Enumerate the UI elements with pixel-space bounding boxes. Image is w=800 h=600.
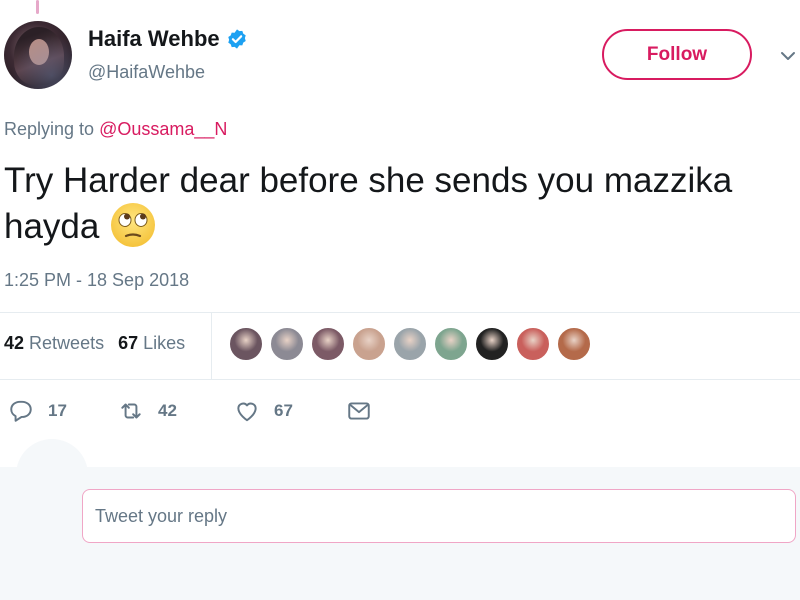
divider — [0, 379, 800, 380]
liker-avatar[interactable] — [351, 326, 387, 362]
engagement-stats: 42 Retweets 67 Likes — [4, 333, 185, 354]
author-avatar[interactable] — [4, 21, 72, 89]
envelope-icon — [348, 402, 370, 420]
reply-user-avatar — [16, 439, 88, 511]
reply-icon — [10, 400, 32, 422]
reply-mention-link[interactable]: @Oussama__N — [99, 119, 227, 139]
tweet-actions: 17 42 67 — [8, 398, 372, 424]
liker-avatar[interactable] — [474, 326, 510, 362]
author-handle[interactable]: @HaifaWehbe — [88, 62, 205, 83]
verified-badge-icon — [227, 29, 246, 49]
likes-label: Likes — [143, 333, 186, 353]
divider — [0, 312, 800, 313]
thread-connector-line — [36, 0, 39, 14]
likes-stat[interactable]: 67 Likes — [118, 333, 185, 354]
tweet-timestamp[interactable]: 1:25 PM - 18 Sep 2018 — [4, 270, 189, 291]
chevron-down-icon[interactable] — [778, 46, 798, 66]
retweets-stat[interactable]: 42 Retweets — [4, 333, 104, 354]
heart-icon — [237, 402, 257, 422]
liker-avatar[interactable] — [556, 326, 592, 362]
liker-avatar[interactable] — [228, 326, 264, 362]
liker-avatar[interactable] — [392, 326, 428, 362]
replying-to-line: Replying to @Oussama__N — [4, 119, 227, 140]
liker-avatars — [228, 326, 592, 362]
like-action[interactable]: 67 — [234, 398, 346, 424]
liker-avatar[interactable] — [310, 326, 346, 362]
author-name-row: Haifa Wehbe — [88, 26, 248, 52]
likes-count: 67 — [118, 333, 139, 353]
reply-input[interactable] — [82, 489, 796, 543]
tweet-text-container: Try Harder dear before she sends you maz… — [4, 158, 800, 253]
stats-separator — [211, 313, 212, 379]
retweet-count: 42 — [158, 401, 177, 420]
direct-message-action[interactable] — [346, 398, 372, 424]
retweets-count: 42 — [4, 333, 25, 353]
replying-to-prefix: Replying to — [4, 119, 100, 139]
reply-count: 17 — [48, 401, 67, 420]
author-display-name[interactable]: Haifa Wehbe — [88, 26, 220, 52]
retweet-action[interactable]: 42 — [118, 398, 234, 424]
retweet-icon — [121, 403, 141, 419]
reply-action[interactable]: 17 — [8, 398, 118, 424]
follow-button[interactable]: Follow — [602, 29, 752, 80]
like-count: 67 — [274, 401, 293, 420]
retweets-label: Retweets — [29, 333, 105, 353]
liker-avatar[interactable] — [269, 326, 305, 362]
liker-avatar[interactable] — [433, 326, 469, 362]
face-with-rolling-eyes-emoji-icon — [111, 202, 156, 247]
liker-avatar[interactable] — [515, 326, 551, 362]
